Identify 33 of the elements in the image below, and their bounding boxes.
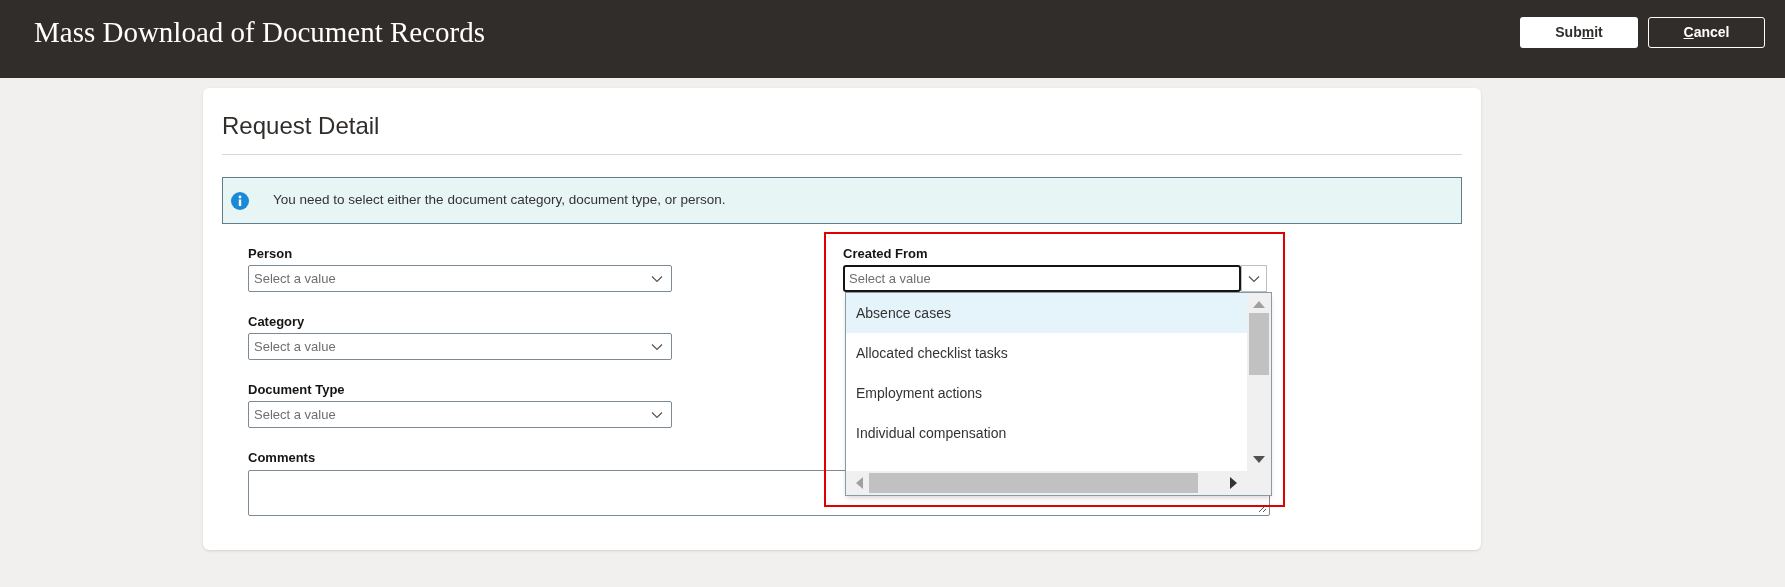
field-label: Comments [248,449,317,466]
chevron-down-icon [1248,274,1260,283]
vertical-scrollbar[interactable] [1247,293,1271,471]
select-field[interactable]: Select a value [248,265,672,292]
placeholder-text: Select a value [254,337,336,356]
dropdown-toggle[interactable] [1241,265,1267,292]
chevron-down-icon [651,342,663,351]
scroll-right-icon[interactable] [1230,477,1237,489]
chevron-down-icon [651,274,663,283]
placeholder-text: Select a value [254,405,336,424]
select-field[interactable]: Select a value [248,333,672,360]
scroll-up-icon[interactable] [1253,301,1265,308]
chevron-down-icon [651,410,663,419]
cancel-button[interactable]: Cancel [1648,16,1765,48]
scroll-down-icon[interactable] [1253,456,1265,463]
horizontal-scrollbar[interactable] [846,471,1271,495]
scroll-thumb[interactable] [1249,313,1269,375]
info-message: You need to select either the document category, document type, or person. [273,191,726,210]
created-from-field[interactable]: Select a value [843,265,1241,292]
field-label: Document Type [248,381,346,398]
field-label: Created From [843,245,929,262]
placeholder-text: Select a value [849,269,931,288]
dropdown-option[interactable]: Absence cases [846,293,1247,333]
placeholder-text: Select a value [254,269,336,288]
page-title: Mass Download of Document Records [34,15,486,51]
field-label: Person [248,245,294,262]
select-field[interactable]: Select a value [248,401,672,428]
submit-button[interactable]: Submit [1520,16,1638,48]
section-title: Request Detail [222,108,1462,155]
info-icon [231,191,249,210]
field-label: Category [248,313,306,330]
scroll-left-icon[interactable] [856,477,863,489]
scroll-thumb[interactable] [869,473,1198,493]
